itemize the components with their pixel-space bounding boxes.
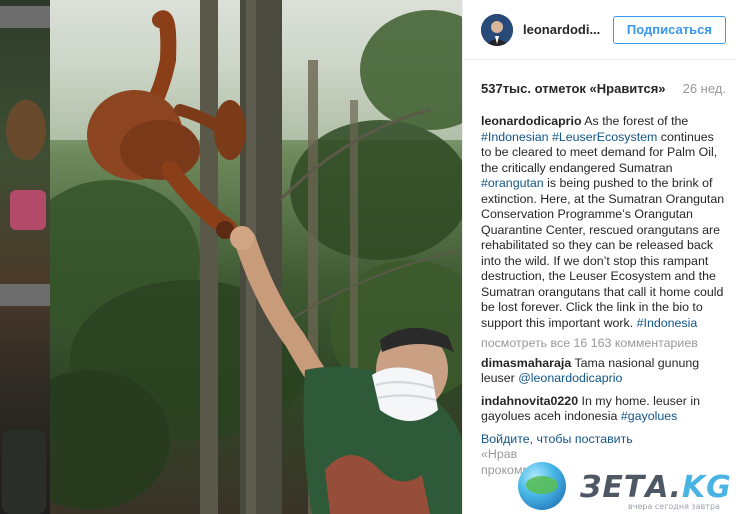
mention-link[interactable]: @leonardodicaprio [518, 371, 622, 385]
post-photo[interactable] [50, 0, 462, 514]
background-page-strip [0, 0, 50, 514]
comment-author[interactable]: dimasmaharaja [481, 356, 571, 370]
caption-text: As the forest of the [581, 114, 689, 128]
background-band [0, 284, 50, 306]
post-age[interactable]: 26 нед. [683, 81, 726, 96]
avatar-image [481, 13, 513, 46]
comment-item: indahnovita0220 In my home. leuser in ga… [481, 394, 726, 425]
comment-item: dimasmaharaja Tama nasional gunung leuse… [481, 356, 726, 387]
post-header: leonardodi... Подписаться [463, 0, 736, 60]
hashtag-link[interactable]: #orangutan [481, 176, 544, 190]
header-username[interactable]: leonardodi... [523, 22, 613, 37]
login-prompt-text: «Нрав [481, 447, 518, 461]
background-orangutan-shape [6, 100, 46, 160]
background-band [0, 6, 50, 28]
login-prompt: Войдите, чтобы поставить «Нрав прокомм [481, 432, 726, 479]
hashtag-link[interactable]: #Indonesian [481, 130, 549, 144]
follow-button[interactable]: Подписаться [612, 15, 726, 44]
caption-author[interactable]: leonardodicaprio [481, 114, 582, 128]
background-pink-shape [10, 190, 46, 230]
hashtag-link[interactable]: #LeuserEcosystem [552, 130, 657, 144]
mention-link[interactable]: #gayolues [621, 409, 678, 423]
photo-illustration [50, 0, 462, 514]
login-prompt-text: прокомм [481, 462, 531, 477]
post-sidebar: leonardodi... Подписаться 537тыс. отмето… [462, 0, 736, 514]
background-person-shape [2, 430, 46, 514]
view-all-comments-link[interactable]: посмотреть все 16 163 комментариев [481, 336, 726, 352]
avatar[interactable] [481, 13, 513, 46]
comment-author[interactable]: indahnovita0220 [481, 394, 578, 408]
likes-count[interactable]: 537тыс. отметок «Нравится» [481, 81, 666, 96]
login-link[interactable]: Войдите, чтобы поставить [481, 432, 633, 446]
comments-list: leonardodicaprio As the forest of the #I… [463, 114, 736, 478]
caption-text: is being pushed to the brink of extincti… [481, 176, 725, 330]
post-meta: 537тыс. отметок «Нравится» 26 нед. [463, 60, 736, 116]
post-caption: leonardodicaprio As the forest of the #I… [481, 114, 726, 331]
hashtag-link[interactable]: #Indonesia [637, 316, 698, 330]
